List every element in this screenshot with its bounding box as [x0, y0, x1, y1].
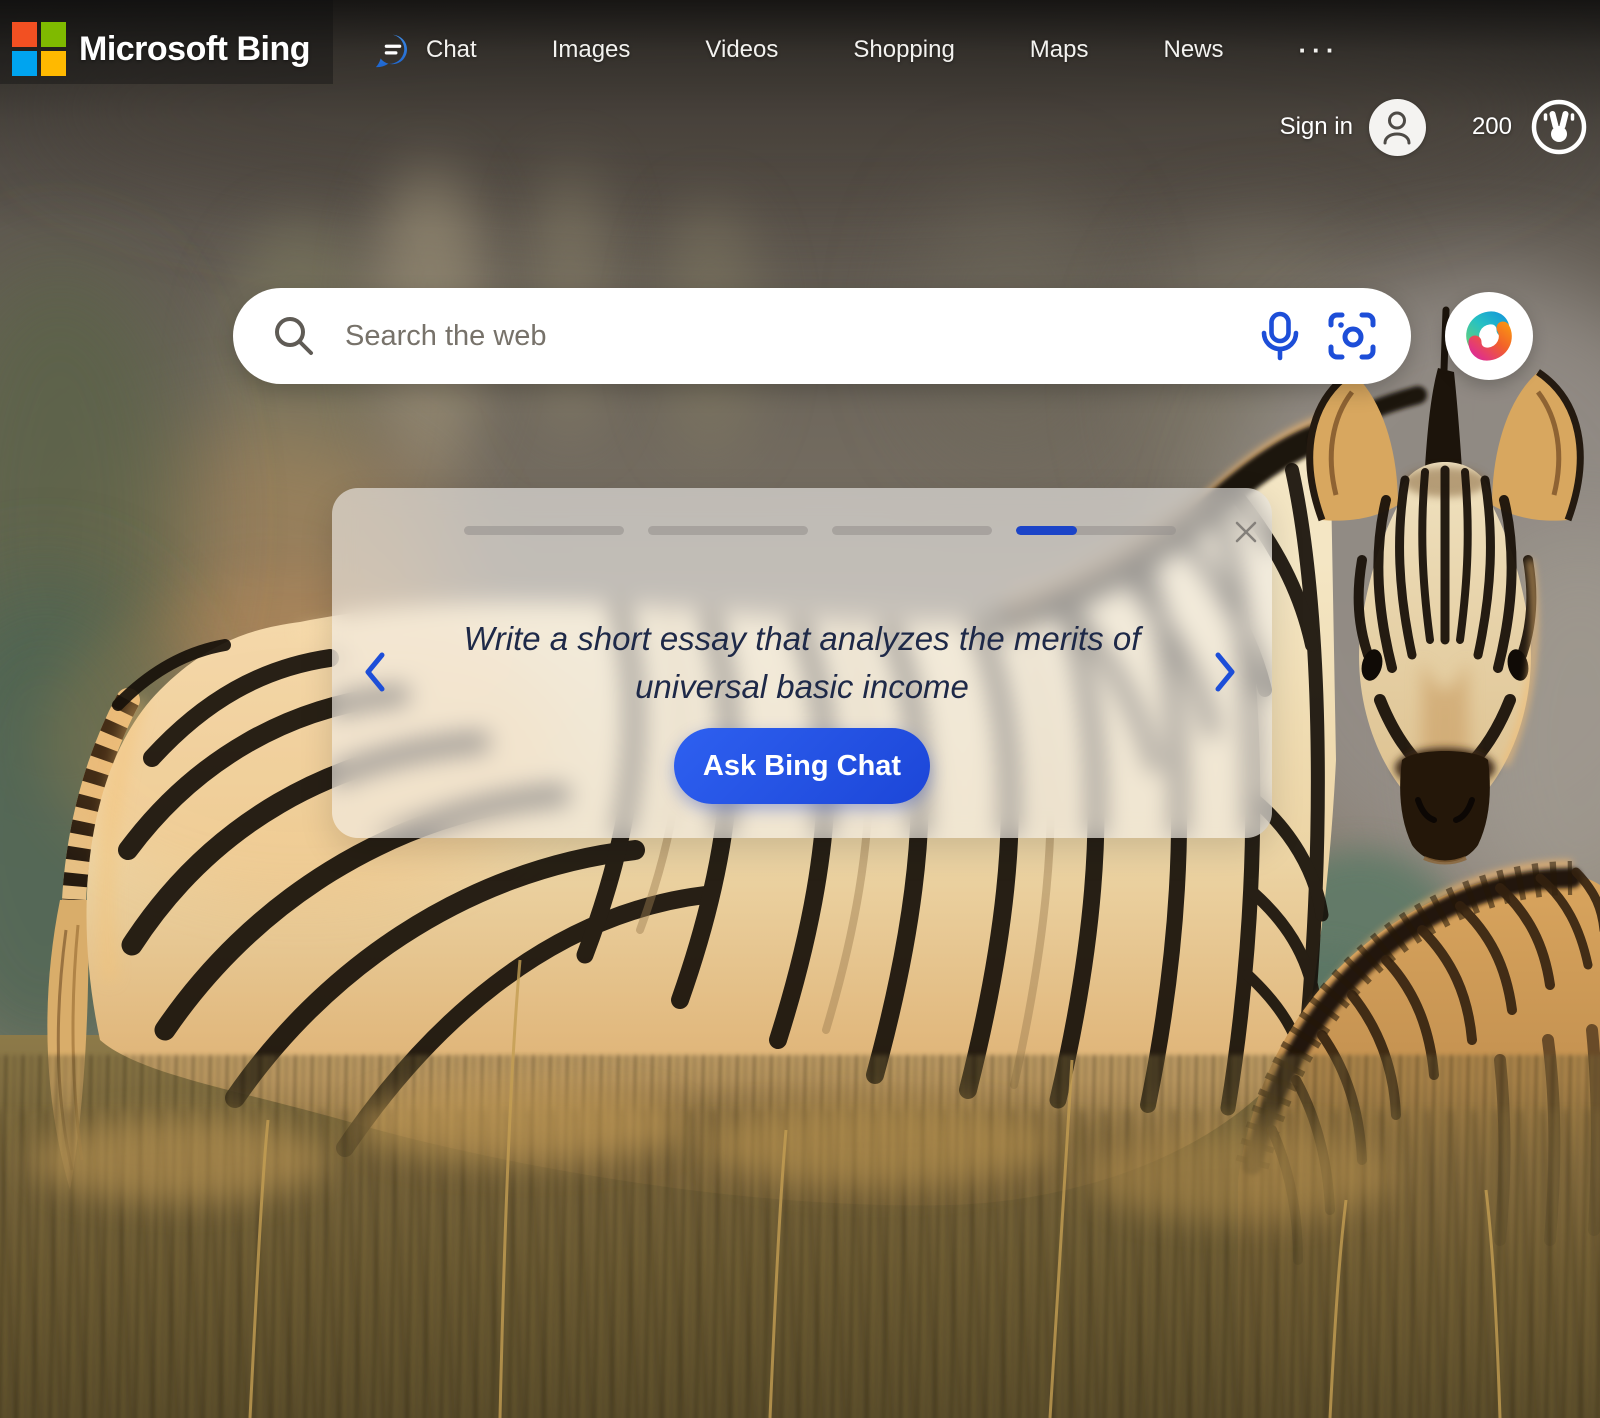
- chat-bubble-icon: [374, 31, 412, 69]
- account-area: Sign in 200: [1280, 96, 1590, 158]
- search-input[interactable]: [343, 319, 1251, 354]
- microsoft-bing-logo[interactable]: Microsoft Bing: [12, 22, 310, 76]
- prompt-text: Write a short essay that analyzes the me…: [432, 615, 1172, 711]
- visual-search-button[interactable]: [1323, 307, 1381, 365]
- chevron-left-icon: [363, 651, 387, 693]
- next-prompt-button[interactable]: [1202, 642, 1248, 702]
- medal-icon: [1530, 98, 1588, 156]
- progress-segment-4: [1016, 526, 1176, 535]
- nav-label: Chat: [426, 36, 477, 64]
- microphone-icon: [1258, 310, 1302, 362]
- chat-prompt-card: Write a short essay that analyzes the me…: [332, 488, 1272, 838]
- nav-label: News: [1163, 36, 1223, 64]
- nav-item-images[interactable]: Images: [552, 36, 631, 64]
- previous-prompt-button[interactable]: [352, 642, 398, 702]
- progress-segment-3: [832, 526, 992, 535]
- nav-item-news[interactable]: News: [1163, 36, 1223, 64]
- top-nav: Chat Images Videos Shopping Maps News ··…: [374, 0, 1339, 100]
- profile-avatar[interactable]: [1369, 99, 1426, 156]
- person-icon: [1379, 109, 1415, 145]
- search-icon: [271, 313, 317, 359]
- nav-item-more[interactable]: ···: [1299, 35, 1340, 66]
- nav-item-videos[interactable]: Videos: [705, 36, 778, 64]
- nav-item-chat[interactable]: Chat: [374, 31, 477, 69]
- progress-fill: [1016, 526, 1077, 535]
- brand-title: Microsoft Bing: [79, 30, 310, 69]
- nav-label: Videos: [705, 36, 778, 64]
- search-bar: [233, 288, 1411, 384]
- camera-viewfinder-icon: [1325, 311, 1379, 361]
- rewards-points[interactable]: 200: [1472, 113, 1512, 141]
- bing-homepage: Microsoft Bing Chat Images Videos Shoppi…: [0, 0, 1600, 1418]
- sign-in-button[interactable]: Sign in: [1280, 113, 1353, 141]
- progress-segment-1: [464, 526, 624, 535]
- close-icon: [1233, 519, 1259, 545]
- nav-item-maps[interactable]: Maps: [1030, 36, 1089, 64]
- nav-label: Images: [552, 36, 631, 64]
- copilot-icon: [1462, 309, 1516, 363]
- close-card-button[interactable]: [1228, 514, 1264, 550]
- voice-search-button[interactable]: [1251, 307, 1309, 365]
- nav-item-shopping[interactable]: Shopping: [853, 36, 954, 64]
- ellipsis-icon: ···: [1299, 35, 1340, 66]
- carousel-progress: [464, 526, 1176, 535]
- nav-label: Shopping: [853, 36, 954, 64]
- rewards-button[interactable]: [1528, 96, 1590, 158]
- microsoft-logo-icon: [12, 22, 66, 76]
- progress-segment-2: [648, 526, 808, 535]
- ask-bing-chat-button[interactable]: Ask Bing Chat: [674, 728, 930, 804]
- chevron-right-icon: [1213, 651, 1237, 693]
- nav-label: Maps: [1030, 36, 1089, 64]
- copilot-button[interactable]: [1445, 292, 1533, 380]
